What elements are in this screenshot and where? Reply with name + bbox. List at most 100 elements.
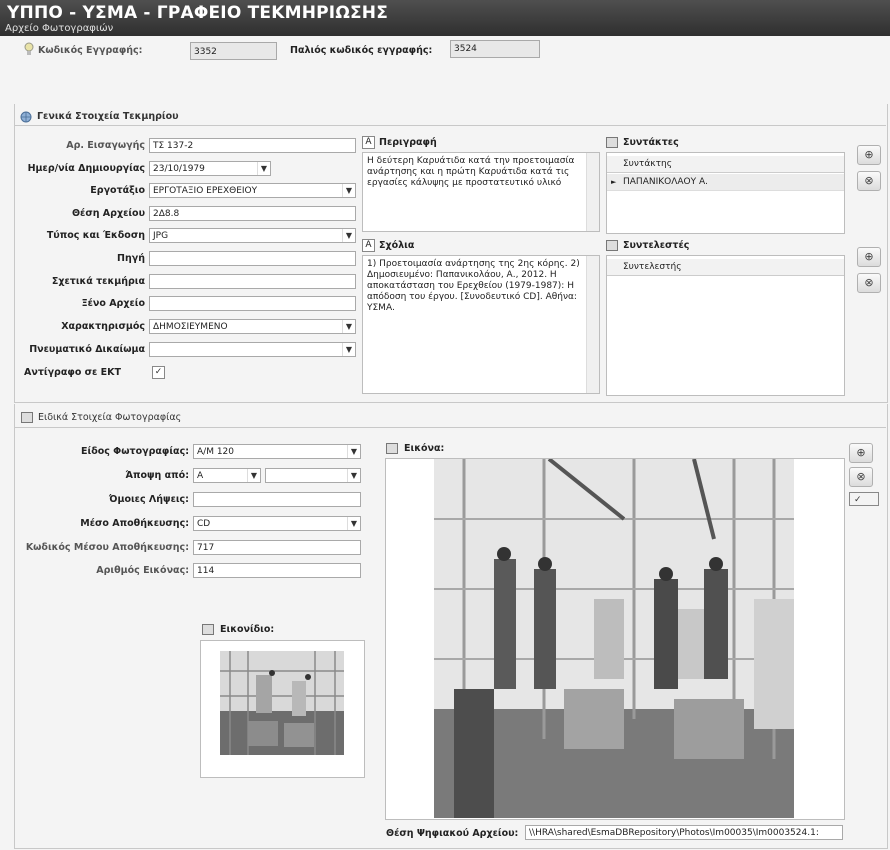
digital-path-label: Θέση Ψηφιακού Αρχείου: — [386, 828, 519, 839]
globe-icon — [20, 111, 32, 123]
view-from-2-dropdown-icon[interactable]: ▼ — [347, 469, 360, 482]
comments-textarea[interactable]: 1) Προετοιμασία ανάρτησης της 2ης κόρης.… — [362, 255, 600, 394]
type-version-dropdown-icon[interactable]: ▼ — [342, 229, 355, 242]
description-scrollbar[interactable] — [586, 153, 599, 231]
workshop-value: ΕΡΓΟΤΑΞΙΟ ΕΡΕΧΘΕΙΟΥ — [153, 186, 258, 196]
contributors-column-header[interactable]: Συντελεστής — [607, 259, 844, 276]
entry-no-field[interactable]: ΤΣ 137-2 — [149, 138, 356, 153]
source-label: Πηγή — [117, 253, 145, 264]
created-label: Ημερ/νία Δημιουργίας — [27, 163, 145, 174]
add-contributor-button[interactable]: ⊕ — [857, 247, 881, 267]
description-header: Περιγραφή — [379, 137, 437, 148]
ekt-copy-checkbox[interactable]: ✓ — [152, 366, 165, 379]
ekt-copy-label: Αντίγραφο σε ΕΚΤ — [24, 367, 121, 378]
thumbnail-icon — [202, 624, 217, 636]
type-version-value: JPG — [153, 231, 169, 241]
digital-path-field[interactable]: \\HRA\shared\EsmaDBRepository\Photos\Im0… — [525, 825, 843, 840]
thumbnail-frame — [200, 640, 365, 778]
thumbnail-photo[interactable] — [220, 651, 344, 755]
comments-text-icon: A — [362, 239, 375, 252]
contributors-header: Συντελεστές — [623, 240, 690, 251]
description-text-icon: A — [362, 136, 375, 149]
record-code-label: Κωδικός Εγγραφής: — [38, 45, 143, 56]
remove-contributor-button[interactable]: ⊗ — [857, 273, 881, 293]
copyright-field[interactable]: ▼ — [149, 342, 356, 357]
app-subtitle: Αρχείο Φωτογραφιών — [5, 23, 114, 34]
photo-header: Ειδικά Στοιχεία Φωτογραφίας — [38, 412, 182, 423]
image-icon — [386, 443, 401, 455]
workshop-dropdown-icon[interactable]: ▼ — [342, 184, 355, 197]
thumbnail-header: Εικονίδιο: — [220, 624, 275, 635]
comments-scrollbar[interactable] — [586, 256, 599, 393]
author-name: ΠΑΠΑΝΙΚΟΛΑΟΥ Α. — [623, 177, 708, 187]
image-check-button[interactable]: ✓ — [849, 492, 879, 506]
storage-medium-field[interactable]: CD ▼ — [193, 516, 361, 531]
main-photo[interactable] — [434, 459, 794, 818]
storage-medium-label: Μέσο Αποθήκευσης: — [80, 518, 189, 529]
general-header: Γενικά Στοιχεία Τεκμηρίου — [37, 111, 179, 122]
similar-shots-label: Όμοιες Λήψεις: — [109, 494, 189, 505]
characterization-value: ΔΗΜΟΣΙΕΥΜΕΝΟ — [153, 322, 228, 332]
contributors-grid-icon — [606, 240, 621, 252]
medium-code-label: Κωδικός Μέσου Αποθήκευσης: — [25, 542, 189, 553]
foreign-field[interactable] — [149, 296, 356, 311]
old-record-code-label: Παλιός κωδικός εγγραφής: — [290, 45, 433, 56]
source-field[interactable] — [149, 251, 356, 266]
storage-medium-dropdown-icon[interactable]: ▼ — [347, 517, 360, 530]
view-from-value: Α — [197, 471, 204, 481]
app-title: ΥΠΠΟ - ΥΣΜΑ - ΓΡΑΦΕΙΟ ΤΕΚΜΗΡΙΩΣΗΣ — [7, 3, 389, 23]
archive-pos-field[interactable]: 2Δ8.8 — [149, 206, 356, 221]
image-frame — [385, 458, 845, 820]
archive-pos-label: Θέση Αρχείου — [71, 208, 145, 219]
image-header: Εικόνα: — [404, 443, 445, 454]
similar-shots-field[interactable] — [193, 492, 361, 507]
record-code-field[interactable]: 3352 — [190, 42, 277, 60]
workshop-label: Εργοτάξιο — [90, 185, 145, 196]
row-arrow-icon: ► — [611, 178, 617, 186]
entry-no-label: Αρ. Εισαγωγής — [66, 140, 145, 151]
view-from-field[interactable]: Α ▼ — [193, 468, 261, 483]
image-number-field[interactable]: 114 — [193, 563, 361, 578]
medium-code-field[interactable]: 717 — [193, 540, 361, 555]
characterization-dropdown-icon[interactable]: ▼ — [342, 320, 355, 333]
storage-medium-value: CD — [197, 519, 211, 529]
comments-text: 1) Προετοιμασία ανάρτησης της 2ης κόρης.… — [367, 259, 580, 313]
created-value: 23/10/1979 — [153, 164, 205, 174]
add-image-button[interactable]: ⊕ — [849, 443, 873, 463]
view-from-dropdown-icon[interactable]: ▼ — [247, 469, 260, 482]
photo-kind-label: Είδος Φωτογραφίας: — [81, 446, 189, 457]
remove-image-button[interactable]: ⊗ — [849, 467, 873, 487]
foreign-label: Ξένο Αρχείο — [81, 298, 145, 309]
characterization-field[interactable]: ΔΗΜΟΣΙΕΥΜΕΝΟ ▼ — [149, 319, 356, 334]
copyright-label: Πνευματικό Δικαίωμα — [29, 344, 145, 355]
workshop-field[interactable]: ΕΡΓΟΤΑΞΙΟ ΕΡΕΧΘΕΙΟΥ ▼ — [149, 183, 356, 198]
view-from-label: Άποψη από: — [125, 470, 189, 481]
add-author-button[interactable]: ⊕ — [857, 145, 881, 165]
authors-grid-icon — [606, 137, 621, 149]
bulb-icon — [24, 42, 34, 56]
authors-grid[interactable]: Συντάκτης ► ΠΑΠΑΝΙΚΟΛΑΟΥ Α. — [606, 152, 845, 234]
type-version-label: Τύπος και Έκδοση — [46, 230, 145, 241]
image-number-label: Αριθμός Εικόνας: — [96, 565, 189, 576]
contributors-grid[interactable]: Συντελεστής — [606, 255, 845, 396]
authors-row[interactable]: ► ΠΑΠΑΝΙΚΟΛΑΟΥ Α. — [607, 174, 844, 191]
description-textarea[interactable]: Η δεύτερη Καρυάτιδα κατά την προετοιμασί… — [362, 152, 600, 232]
photo-kind-field[interactable]: Α/Μ 120 ▼ — [193, 444, 361, 459]
copyright-dropdown-icon[interactable]: ▼ — [342, 343, 355, 356]
type-version-field[interactable]: JPG ▼ — [149, 228, 356, 243]
description-text: Η δεύτερη Καρυάτιδα κατά την προετοιμασί… — [367, 156, 575, 188]
remove-author-button[interactable]: ⊗ — [857, 171, 881, 191]
created-dropdown-icon[interactable]: ▼ — [257, 162, 270, 175]
related-field[interactable] — [149, 274, 356, 289]
photo-kind-dropdown-icon[interactable]: ▼ — [347, 445, 360, 458]
old-record-code-field[interactable]: 3524 — [450, 40, 540, 58]
authors-column-header[interactable]: Συντάκτης — [607, 156, 844, 173]
general-divider — [14, 125, 886, 126]
related-label: Σχετικά τεκμήρια — [51, 276, 145, 287]
characterization-label: Χαρακτηρισμός — [61, 321, 145, 332]
photo-kind-value: Α/Μ 120 — [197, 447, 234, 457]
title-bar: ΥΠΠΟ - ΥΣΜΑ - ΓΡΑΦΕΙΟ ΤΕΚΜΗΡΙΩΣΗΣ Αρχείο… — [0, 0, 890, 36]
created-field[interactable]: 23/10/1979 ▼ — [149, 161, 271, 176]
comments-header: Σχόλια — [379, 240, 415, 251]
view-from-field-2[interactable]: ▼ — [265, 468, 361, 483]
